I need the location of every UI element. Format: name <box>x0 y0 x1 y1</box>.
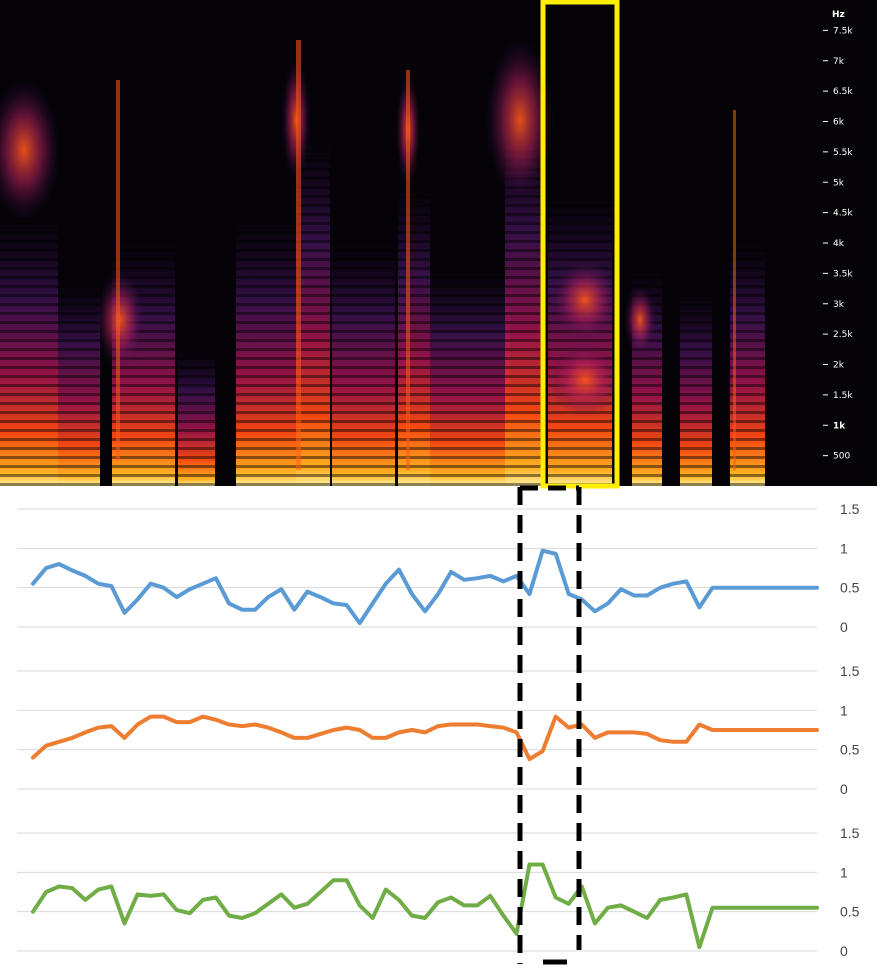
energy-streak <box>296 40 301 470</box>
y-tick-label: 1.5 <box>840 663 860 679</box>
y-tick-label: 1 <box>840 864 848 880</box>
line-chart-1: 1.5 1 0.5 0 <box>17 501 860 635</box>
freq-tick-label: 6k <box>833 118 845 128</box>
harmonic-lines <box>236 218 296 486</box>
energy-streak <box>116 80 120 460</box>
freq-tick-label: 6.5k <box>833 87 853 97</box>
line-chart-3: 1.5 1 0.5 0 <box>17 825 860 959</box>
harmonic-lines <box>178 349 215 486</box>
y-tick-label: 0 <box>840 943 848 959</box>
figure: Hz 7.5k 7k 6.5k 6k 5.5k 5k 4.5k 4k 3.5k 3k 2.5k 2k 1… <box>0 0 877 965</box>
harmonic-lines <box>0 218 58 486</box>
freq-tick-label: 5k <box>833 178 845 188</box>
line-charts: 1.5 1 0.5 0 1.5 1 0.5 0 1.5 1 0.5 0 <box>17 501 860 959</box>
y-tick-label: 0.5 <box>840 904 860 920</box>
y-tick-label: 1.5 <box>840 825 860 841</box>
y-tick-label: 1 <box>840 702 848 718</box>
y-tick-label: 1 <box>840 540 848 556</box>
freq-tick-label: 2k <box>833 361 845 371</box>
freq-tick-label: 2.5k <box>833 330 853 340</box>
energy-blob <box>624 286 656 354</box>
freq-tick-label: 1.5k <box>833 391 853 401</box>
energy-streak <box>406 70 410 470</box>
freq-tick-label: 7.5k <box>833 26 853 36</box>
freq-tick-label: 3.5k <box>833 269 853 279</box>
freq-tick-label: 1k <box>833 421 846 431</box>
freq-tick-label: 4.5k <box>833 209 853 219</box>
y-tick-label: 0 <box>840 781 848 797</box>
series-line <box>31 548 819 626</box>
harmonic-lines <box>398 184 430 486</box>
harmonic-lines <box>332 243 395 486</box>
y-tick-label: 1.5 <box>840 501 860 517</box>
frequency-unit-label: Hz <box>832 10 845 20</box>
harmonic-lines <box>680 291 712 486</box>
harmonic-lines <box>58 281 100 486</box>
energy-blob <box>549 344 621 416</box>
freq-tick-label: 500 <box>833 452 850 462</box>
freq-tick-label: 3k <box>833 300 845 310</box>
freq-tick-label: 4k <box>833 239 845 249</box>
series-line <box>31 714 819 762</box>
y-tick-label: 0.5 <box>840 742 860 758</box>
freq-tick-label: 5.5k <box>833 148 853 158</box>
harmonic-lines <box>548 194 612 486</box>
series-line <box>31 862 819 950</box>
line-chart-2: 1.5 1 0.5 0 <box>17 663 860 797</box>
harmonic-lines <box>296 136 330 486</box>
y-tick-label: 0.5 <box>840 580 860 596</box>
energy-blob <box>551 260 619 340</box>
energy-streak <box>733 110 736 470</box>
spectrogram: Hz 7.5k 7k 6.5k 6k 5.5k 5k 4.5k 4k 3.5k 3k 2.5k 2k 1… <box>0 0 877 486</box>
freq-tick-label: 7k <box>833 57 845 67</box>
y-tick-label: 0 <box>840 619 848 635</box>
harmonic-lines <box>430 267 510 486</box>
